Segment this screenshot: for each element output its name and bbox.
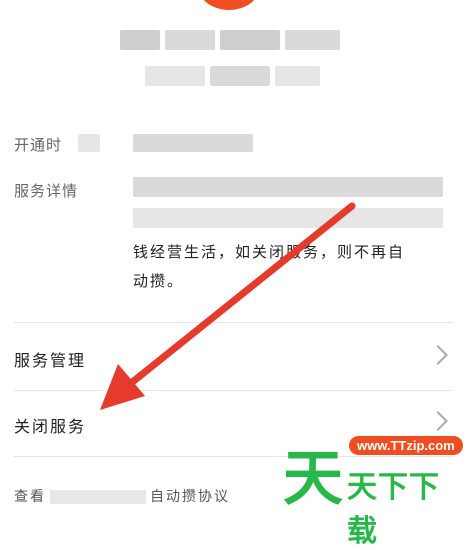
watermark-text: 天下下载 bbox=[347, 470, 440, 549]
watermark-logo: 天 www.TTzip.com 天下下载 bbox=[283, 428, 463, 549]
watermark-url: www.TTzip.com bbox=[349, 436, 463, 455]
